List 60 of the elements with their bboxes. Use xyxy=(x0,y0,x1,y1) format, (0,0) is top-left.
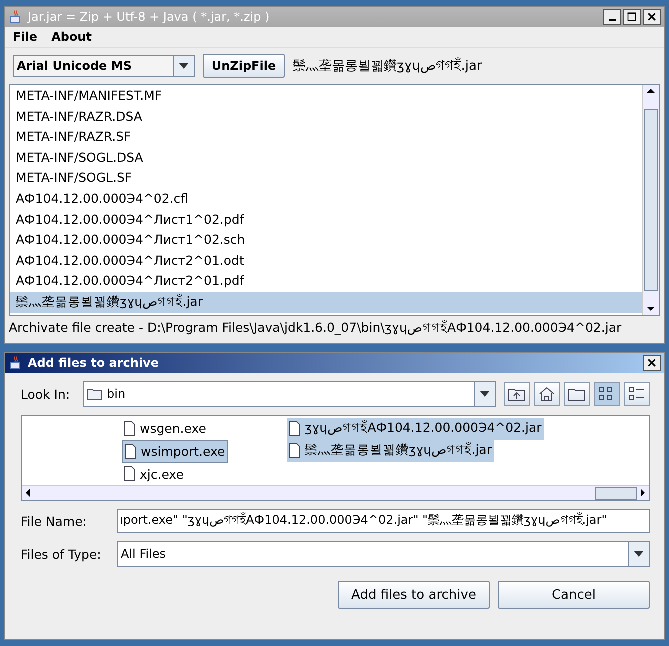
up-folder-button[interactable] xyxy=(504,382,530,406)
maximize-icon xyxy=(627,12,637,22)
maximize-button[interactable] xyxy=(623,9,641,25)
list-item[interactable]: META-INF/RAZR.SF xyxy=(10,127,642,148)
look-in-label: Look In: xyxy=(21,386,72,402)
close-button[interactable] xyxy=(643,355,661,371)
list-item[interactable]: META-INF/RAZR.DSA xyxy=(10,106,642,128)
home-icon xyxy=(538,386,556,402)
dialog-button[interactable]: Cancel xyxy=(498,581,650,609)
directory-entry[interactable]: wsimport.exe xyxy=(122,440,228,464)
scroll-thumb[interactable] xyxy=(644,109,658,291)
minimize-button[interactable] xyxy=(603,9,621,25)
font-dropdown[interactable]: Arial Unicode MS xyxy=(13,55,195,77)
scroll-thumb[interactable] xyxy=(595,486,637,500)
file-icon xyxy=(289,443,301,459)
list-view-button[interactable] xyxy=(594,382,620,406)
list-item[interactable]: АФ104.12.00.000Э4^Лист2^01.pdf xyxy=(10,271,642,292)
list-item[interactable]: META-INF/MANIFEST.MF xyxy=(10,86,642,107)
file-icon xyxy=(125,444,137,460)
vertical-scrollbar[interactable] xyxy=(642,85,659,315)
menu-item[interactable]: About xyxy=(52,30,92,44)
directory-entry[interactable]: 鬃灬垄몲롱뵐꾋鑽ʒɣɥصগগহঁ.jar xyxy=(287,440,494,462)
close-icon xyxy=(647,12,657,22)
file-type-label: Files of Type: xyxy=(21,546,102,562)
directory-entry[interactable]: xjc.exe xyxy=(122,463,186,485)
list-item[interactable]: АФ104.12.00.000Э4^Лист2^01.odt xyxy=(10,250,642,272)
caret-icon xyxy=(634,551,644,557)
list-icon xyxy=(628,386,646,402)
file-icon xyxy=(289,421,301,437)
list-item[interactable]: АФ104.12.00.000Э4^02.cfl xyxy=(10,188,642,210)
file-icon xyxy=(124,466,136,482)
close-icon xyxy=(647,358,657,368)
list-item[interactable]: АФ104.12.00.000Э4^Лист1^02.sch xyxy=(10,230,642,251)
horizontal-scrollbar[interactable] xyxy=(22,485,649,500)
directory-entry[interactable]: ʒɣɥصগগহঁАФ104.12.00.000Э4^02.jar xyxy=(287,418,544,440)
look-in-dropdown[interactable]: bin xyxy=(83,381,496,407)
details-view-button[interactable] xyxy=(624,382,650,406)
home-button[interactable] xyxy=(534,382,560,406)
caret-icon xyxy=(179,63,189,69)
list-item[interactable]: META-INF/SOGL.SF xyxy=(10,168,642,189)
file-type-dropdown[interactable]: All Files xyxy=(117,541,650,567)
status-text: Archivate file create - D:\Program Files\Java\jdk1.6.0_07\bin\ʒɣɥصগগহঁАФ104.12.00.000Э4^02.jar xyxy=(8,319,623,337)
minimize-icon xyxy=(608,19,616,21)
dialog-title: Add files to archive xyxy=(28,356,160,370)
menu-item[interactable]: File xyxy=(13,30,38,44)
close-button[interactable] xyxy=(643,9,661,25)
directory-entry[interactable]: wsgen.exe xyxy=(122,418,208,440)
list-item[interactable]: 鬃灬垄몲롱뵐꾋鑽ʒɣɥصগগহঁ.jar xyxy=(10,292,642,313)
caret-icon xyxy=(480,391,490,397)
window-title: Jar.jar = Zip + Utf-8 + Java ( *.jar, *.zip ) xyxy=(28,10,271,24)
new-folder-button[interactable] xyxy=(564,382,590,406)
unzip-button[interactable]: UnZipFile xyxy=(203,54,285,78)
file-name-label: File Name: xyxy=(21,514,88,528)
current-file-name: 鬃灬垄몲롱뵐꾋鑽ʒɣɥصগগহঁ.jar xyxy=(293,56,482,76)
list-item[interactable]: АФ104.12.00.000Э4^Лист1^02.pdf xyxy=(10,210,642,230)
file-name-field[interactable]: ıport.exe" "ʒɣɥصগগহঁАФ104.12.00.000Э4^02.jar" "鬃灬垄몲롱뵐꾋鑽ʒɣɥصগগহঁ.jar" xyxy=(117,509,650,533)
folder-icon xyxy=(87,387,103,401)
dialog-button[interactable]: Add files to archive xyxy=(338,581,490,609)
list-item[interactable]: META-INF/SOGL.DSA xyxy=(10,148,642,168)
file-icon xyxy=(124,420,136,437)
